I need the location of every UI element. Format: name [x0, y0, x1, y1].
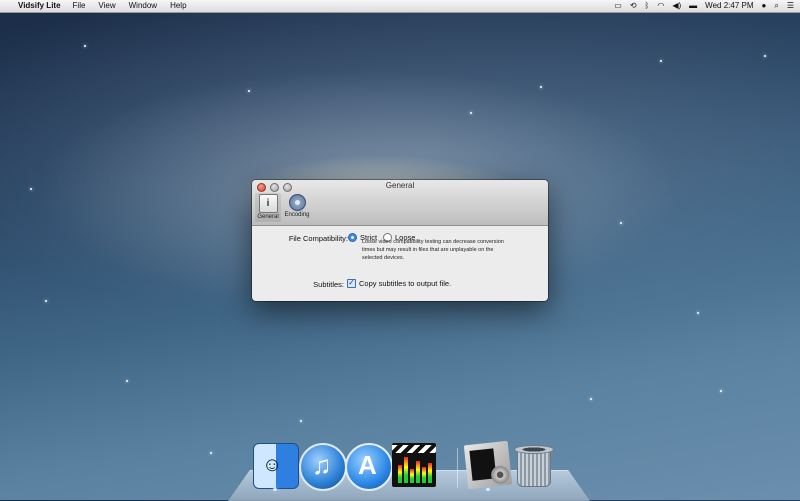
trash-icon [517, 449, 551, 487]
toolbar-encoding-tab[interactable]: Encoding [284, 193, 310, 218]
eq-bar [428, 463, 432, 483]
dock-separator [457, 448, 458, 488]
bluetooth-icon[interactable]: ᛒ [645, 0, 650, 12]
toolbar-general-tab[interactable]: i General [255, 193, 281, 222]
menu-help[interactable]: Help [170, 0, 186, 12]
gear-icon [288, 194, 306, 211]
finder-icon: ☺ [262, 454, 283, 476]
window-content: File Compatibility: Strict Loose Loose v… [252, 226, 548, 301]
eq-bar [404, 457, 408, 483]
subtitles-label-row: Subtitles: [252, 280, 344, 289]
dock-finder[interactable]: ☺ [253, 443, 299, 489]
running-indicator [486, 488, 490, 491]
status-area: ▭ ⟲ ᛒ ◠ ◀) ▬ Wed 2:47 PM ● ⌕ ☰ [614, 0, 800, 12]
clock[interactable]: Wed 2:47 PM [705, 0, 753, 12]
dock-itunes[interactable]: ♫ [299, 443, 347, 491]
airplay-icon[interactable]: ▭ [614, 0, 622, 12]
trash-lid [514, 445, 554, 454]
film-reel-icon [490, 464, 510, 485]
subtitles-label: Subtitles: [313, 280, 344, 289]
timemachine-icon[interactable]: ⟲ [630, 0, 637, 12]
subtitles-checkbox-row[interactable]: ✓ Copy subtitles to output file. [347, 279, 451, 288]
itunes-icon: ♫ [312, 450, 332, 480]
volume-icon[interactable]: ◀) [672, 0, 681, 12]
preferences-window: General i General Encoding File Compatib… [252, 180, 548, 301]
wifi-icon[interactable]: ◠ [657, 0, 664, 12]
menu-view[interactable]: View [98, 0, 115, 12]
notification-center-icon[interactable]: ☰ [787, 0, 794, 12]
window-title: General [385, 181, 415, 190]
clapperboard-icon [392, 445, 436, 453]
menu-file[interactable]: File [73, 0, 86, 12]
subtitles-checkbox[interactable]: ✓ [347, 279, 356, 288]
compatibility-hint: Loose video compatibility testing can de… [362, 239, 504, 261]
running-indicator [273, 488, 277, 491]
general-icon: i [258, 194, 278, 213]
toolbar-encoding-label: Encoding [284, 212, 310, 218]
dock-vidsify[interactable] [463, 440, 513, 490]
eq-bar [422, 467, 426, 483]
file-compatibility-label: File Compatibility: [288, 234, 348, 243]
dock-trash[interactable] [512, 443, 556, 487]
toolbar-general-label: General [257, 214, 279, 220]
subtitles-checkbox-label[interactable]: Copy subtitles to output file. [359, 279, 451, 288]
battery-icon[interactable]: ▬ [689, 0, 697, 12]
window-titlebar[interactable]: General i General Encoding [252, 180, 548, 226]
dock-video-app[interactable] [392, 443, 436, 487]
appstore-icon: A [358, 450, 377, 480]
radio-strict[interactable] [348, 233, 357, 242]
dock-appstore[interactable]: A [345, 443, 393, 491]
menu-window[interactable]: Window [129, 0, 157, 12]
eq-bar [398, 465, 402, 483]
eq-bar [416, 461, 420, 483]
file-compat-label-row: File Compatibility: [252, 234, 348, 243]
app-menu[interactable]: Vidsify Lite [18, 0, 61, 12]
user-icon[interactable]: ● [762, 0, 767, 12]
spotlight-icon[interactable]: ⌕ [774, 0, 778, 12]
eq-bar [410, 469, 414, 483]
menu-bar: Vidsify Lite File View Window Help ▭ ⟲ ᛒ… [0, 0, 800, 13]
